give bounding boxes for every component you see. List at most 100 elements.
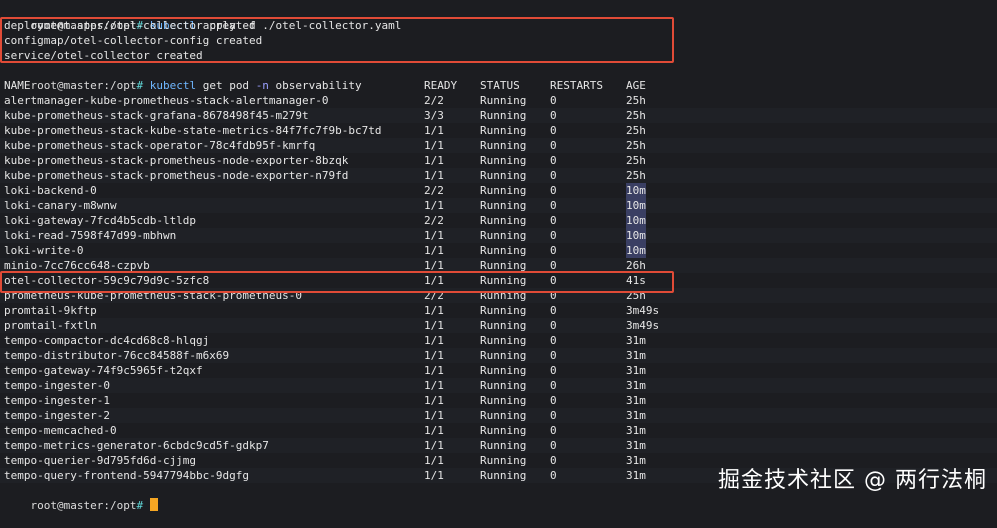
table-row: loki-canary-m8wnw 1/1 Running 0 10m <box>0 198 997 213</box>
pod-restarts-cell: 0 <box>550 394 557 407</box>
table-header: NAME READY STATUS RESTARTS AGE <box>0 78 997 93</box>
table-row: loki-write-0 1/1 Running 0 10m <box>0 243 997 258</box>
pod-restarts-cell: 0 <box>550 154 557 167</box>
pod-ready-cell: 1/1 <box>424 199 444 212</box>
pod-restarts-cell: 0 <box>550 229 557 242</box>
pod-ready-cell: 1/1 <box>424 439 444 452</box>
pod-restarts-cell: 0 <box>550 94 557 107</box>
pod-restarts-cell: 0 <box>550 469 557 482</box>
pod-status-cell: Running <box>480 184 527 197</box>
pod-age-cell: 25h <box>626 109 646 122</box>
pod-status-cell: Running <box>480 154 527 167</box>
pod-name-cell: tempo-ingester-1 <box>4 394 110 407</box>
pod-status-cell: Running <box>480 469 527 482</box>
pod-age-cell: 25h <box>626 169 646 182</box>
header-status: STATUS <box>480 79 520 92</box>
pod-name-cell: promtail-fxtln <box>4 319 97 332</box>
pod-status-cell: Running <box>480 424 527 437</box>
pod-ready-cell: 1/1 <box>424 244 444 257</box>
pod-ready-cell: 1/1 <box>424 424 444 437</box>
pod-ready-cell: 1/1 <box>424 304 444 317</box>
pod-name-cell: tempo-querier-9d795fd6d-cjjmg <box>4 454 197 467</box>
command-line-apply: root@master:/opt# kubectl apply -f ./ote… <box>4 3 402 32</box>
pod-ready-cell: 1/1 <box>424 394 444 407</box>
pod-restarts-cell: 0 <box>550 139 557 152</box>
table-row: tempo-compactor-dc4cd68c8-hlqgj 1/1 Runnin… <box>0 333 997 348</box>
pod-status-cell: Running <box>480 229 527 242</box>
pod-age-cell: 31m <box>626 409 646 422</box>
table-row: kube-prometheus-stack-prometheus-node-ex… <box>0 168 997 183</box>
pod-ready-cell: 2/2 <box>424 214 444 227</box>
pod-name-cell: loki-read-7598f47d99-mbhwn <box>4 229 177 242</box>
pod-name-cell: loki-canary-m8wnw <box>4 199 117 212</box>
pod-age-cell: 31m <box>626 469 646 482</box>
pod-restarts-cell: 0 <box>550 214 557 227</box>
header-ready: READY <box>424 79 458 92</box>
pod-age-cell: 25h <box>626 124 646 137</box>
pod-ready-cell: 1/1 <box>424 454 444 467</box>
pod-age-cell: 31m <box>626 349 646 362</box>
pod-name-cell: kube-prometheus-stack-prometheus-node-ex… <box>4 169 349 182</box>
pod-restarts-cell: 0 <box>550 409 557 422</box>
table-row: tempo-distributor-76cc84588f-m6x69 1/1 Run… <box>0 348 997 363</box>
pod-ready-cell: 1/1 <box>424 349 444 362</box>
pod-ready-cell: 2/2 <box>424 184 444 197</box>
pod-status-cell: Running <box>480 109 527 122</box>
table-row: loki-gateway-7fcd4b5cdb-ltldp 2/2 Running 0… <box>0 213 997 228</box>
pod-name-cell: kube-prometheus-stack-kube-state-metrics… <box>4 124 382 137</box>
pod-age-cell: 25h <box>626 139 646 152</box>
pod-status-cell: Running <box>480 94 527 107</box>
pod-status-cell: Running <box>480 334 527 347</box>
table-row: tempo-memcached-0 1/1 Running 0 31m <box>0 423 997 438</box>
command-line-get-pod: root@master:/opt# kubectl get pod -n obs… <box>4 63 362 92</box>
pod-age-cell: 10m <box>626 213 646 228</box>
pod-ready-cell: 1/1 <box>424 364 444 377</box>
otel-collector-row-highlight <box>0 271 674 293</box>
apply-output-highlight <box>0 17 674 63</box>
pod-ready-cell: 1/1 <box>424 379 444 392</box>
pod-ready-cell: 1/1 <box>424 139 444 152</box>
pod-status-cell: Running <box>480 319 527 332</box>
pod-name-cell: tempo-ingester-0 <box>4 379 110 392</box>
pod-age-cell: 31m <box>626 364 646 377</box>
table-row: loki-backend-0 2/2 Running 0 10m <box>0 183 997 198</box>
pod-restarts-cell: 0 <box>550 109 557 122</box>
pod-ready-cell: 1/1 <box>424 154 444 167</box>
pod-age-cell: 3m49s <box>626 304 660 317</box>
pod-name-cell: loki-backend-0 <box>4 184 97 197</box>
pod-restarts-cell: 0 <box>550 334 557 347</box>
command-line-current[interactable]: root@master:/opt# <box>4 483 158 512</box>
pod-status-cell: Running <box>480 454 527 467</box>
table-row: tempo-gateway-74f9c5965f-t2qxf 1/1 Running… <box>0 363 997 378</box>
pod-name-cell: tempo-gateway-74f9c5965f-t2qxf <box>4 364 203 377</box>
header-age: AGE <box>626 79 646 92</box>
header-name: NAME <box>4 79 31 92</box>
pod-name-cell: kube-prometheus-stack-prometheus-node-ex… <box>4 154 349 167</box>
pod-ready-cell: 2/2 <box>424 94 444 107</box>
pod-age-cell: 3m49s <box>626 319 660 332</box>
pod-ready-cell: 1/1 <box>424 229 444 242</box>
pod-age-cell: 25h <box>626 94 646 107</box>
pod-status-cell: Running <box>480 439 527 452</box>
table-row: loki-read-7598f47d99-mbhwn 1/1 Running 0 10m <box>0 228 997 243</box>
pod-ready-cell: 1/1 <box>424 334 444 347</box>
table-row: promtail-9kftp 1/1 Running 0 3m49s <box>0 303 997 318</box>
terminal-window[interactable]: root@master:/opt# kubectl apply -f ./ote… <box>0 0 997 512</box>
pod-age-cell: 31m <box>626 439 646 452</box>
table-row: tempo-ingester-1 1/1 Running 0 31m <box>0 393 997 408</box>
pod-ready-cell: 1/1 <box>424 469 444 482</box>
pod-name-cell: tempo-compactor-dc4cd68c8-hlqgj <box>4 334 210 347</box>
pod-status-cell: Running <box>480 244 527 257</box>
pod-restarts-cell: 0 <box>550 124 557 137</box>
pod-age-cell: 31m <box>626 454 646 467</box>
pod-ready-cell: 3/3 <box>424 109 444 122</box>
pod-restarts-cell: 0 <box>550 349 557 362</box>
prompt-symbol: # <box>136 499 144 512</box>
pod-name-cell: tempo-distributor-76cc84588f-m6x69 <box>4 349 230 362</box>
pod-name-cell: kube-prometheus-stack-operator-78c4fdb95… <box>4 139 316 152</box>
pod-restarts-cell: 0 <box>550 304 557 317</box>
pod-name-cell: loki-write-0 <box>4 244 84 257</box>
pod-status-cell: Running <box>480 394 527 407</box>
shell-prompt: root@master:/opt <box>30 499 137 512</box>
pod-name-cell: kube-prometheus-stack-grafana-8678498f45… <box>4 109 309 122</box>
